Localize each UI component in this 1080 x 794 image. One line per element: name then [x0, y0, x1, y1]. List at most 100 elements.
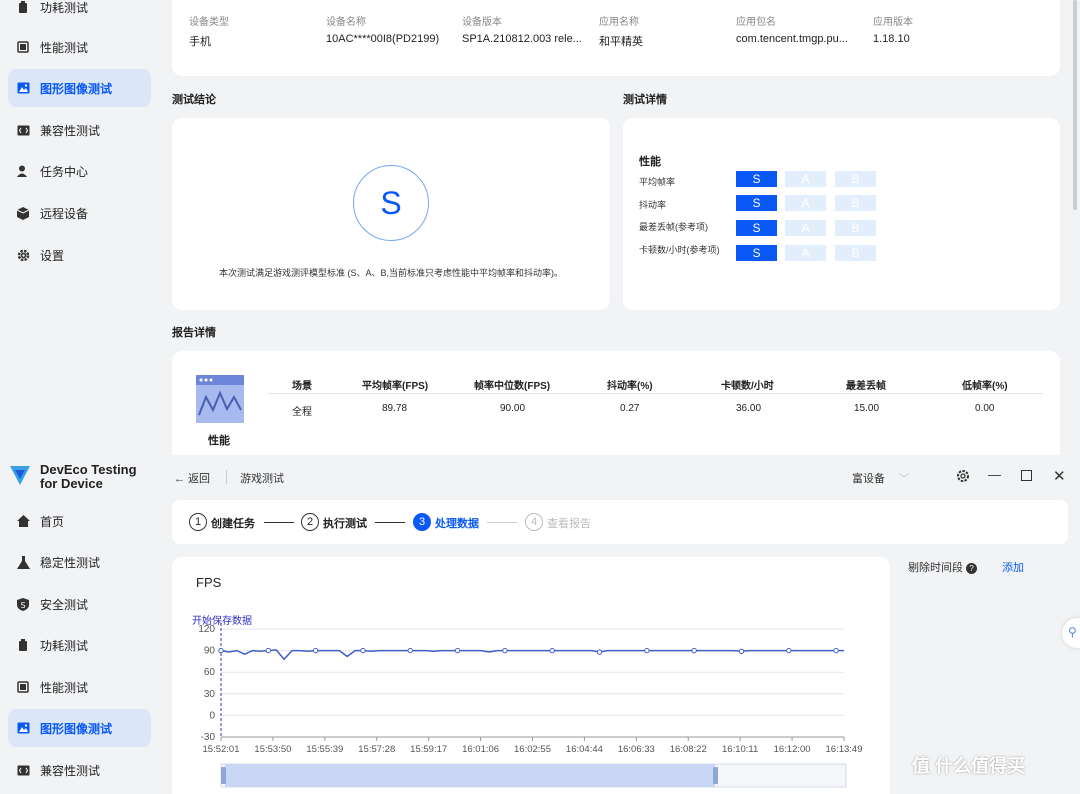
field-value: 1.18.10 [873, 33, 910, 45]
field-value: 和平精英 [599, 36, 643, 48]
y-tick-label: 60 [204, 667, 216, 678]
x-tick-label: 15:52:01 [203, 744, 240, 755]
sidebar-item-home[interactable]: 首页 [8, 502, 151, 540]
sidebar-item-label: 功耗测试 [40, 638, 89, 653]
app-brand: DevEco Testing for Device [8, 463, 137, 491]
sidebar-item-graphics[interactable]: 图形图像测试 [8, 69, 151, 107]
x-tick-label: 16:04:44 [566, 744, 603, 755]
x-tick-label: 15:53:50 [254, 744, 291, 755]
grade-b: B [835, 195, 876, 211]
table-header: 抖动率(%) [607, 381, 653, 392]
flask-icon [16, 555, 30, 569]
section-title-report: 报告详情 [172, 327, 216, 339]
step-connector [375, 522, 405, 523]
details-card: 性能 平均帧率 S A B 抖动率 S A B 最差丢帧(参考项) S A B … [623, 118, 1060, 310]
sidebar-item-tasks[interactable]: 任务中心 [8, 152, 151, 190]
fps-data-point [360, 647, 366, 654]
sidebar-item-performance[interactable]: 性能测试 [8, 28, 151, 66]
sidebar-item-security[interactable]: S 安全测试 [8, 585, 151, 623]
step-number: 2 [301, 513, 319, 531]
sidebar-item-remote[interactable]: 远程设备 [8, 194, 151, 232]
fps-data-point [738, 648, 745, 655]
exclude-period-label: 剔除时间段 ? [908, 559, 978, 575]
sidebar-item-compat[interactable]: 兼容性测试 [8, 751, 151, 789]
sidebar-item-settings[interactable]: 设置 [8, 236, 151, 274]
step-label: 查看报告 [547, 518, 591, 530]
step-number: 4 [525, 513, 543, 531]
performance-icon [16, 680, 30, 694]
zoom-slider-handle-right[interactable] [713, 767, 718, 784]
field-label: 设备名称 [326, 17, 366, 28]
section-title-conclusion: 测试结论 [172, 94, 216, 106]
arrow-left-icon: ← [174, 473, 189, 485]
sidebar-bottom: DevEco Testing for Device 首页 稳定性测试 S 安全测… [0, 455, 160, 794]
field-label: 应用包名 [736, 17, 776, 28]
conclusion-card: S 本次测试满足游戏测评模型标准 (S、A、B,当前标准只考虑性能中平均帧率和抖… [172, 118, 610, 310]
grade-s: S [736, 245, 777, 261]
field-label: 应用名称 [599, 17, 639, 28]
table-cell: 36.00 [736, 403, 762, 414]
sidebar-item-performance[interactable]: 性能测试 [8, 668, 151, 706]
gear-icon[interactable] [956, 469, 970, 488]
grade-badge: S [353, 165, 429, 241]
zoom-slider-window[interactable] [225, 764, 715, 787]
scrollbar[interactable] [1073, 0, 1077, 210]
chevron-down-icon: ﹀ [899, 474, 909, 485]
fps-data-point [312, 647, 319, 654]
stepper: 1 创建任务 2 执行测试 3 处理数据 4 查看报告 [172, 500, 1068, 544]
table-header: 帧率中位数(FPS) [474, 381, 551, 392]
fps-chart[interactable]: FPS 开始保存数据 1209060300-30 15:52:01 15:53:5… [172, 557, 890, 794]
sidebar-item-graphics[interactable]: 图形图像测试 [8, 709, 151, 747]
float-assistant-icon[interactable]: ⚲ [1062, 618, 1080, 648]
section-title-details: 测试详情 [623, 94, 667, 106]
zoom-slider-handle-left[interactable] [221, 767, 226, 784]
detail-label: 抖动率 [639, 200, 667, 210]
sidebar-item-label: 图形图像测试 [40, 721, 113, 736]
device-info-card: 设备类型 手机 设备名称 10AC****00I8(PD2199) 设备版本 S… [172, 0, 1060, 76]
code-icon [16, 763, 30, 777]
sidebar-item-power[interactable]: 功耗测试 [8, 626, 151, 664]
sidebar-item-label: 性能测试 [40, 40, 89, 55]
y-tick-label: -30 [201, 732, 216, 743]
fps-data-point [644, 647, 650, 654]
battery-icon [16, 638, 30, 652]
grade-b: B [835, 220, 876, 236]
x-tick-label: 16:12:00 [774, 744, 811, 755]
sidebar-item-label: 设置 [40, 248, 65, 263]
performance-icon [16, 40, 30, 54]
table-cell: 全程 [292, 407, 312, 418]
step-connector [264, 522, 294, 523]
sidebar-item-stability[interactable]: 稳定性测试 [8, 543, 151, 581]
detail-label: 卡顿数/小时(参考项) [639, 245, 720, 255]
x-tick-label: 16:02:55 [514, 744, 551, 755]
y-tick-label: 30 [204, 689, 216, 700]
table-cell: 15.00 [854, 403, 880, 414]
sidebar-item-power[interactable]: 功耗测试 [8, 0, 151, 26]
device-select[interactable]: 富设备 ﹀ [852, 470, 909, 486]
maximize-icon[interactable] [1021, 470, 1032, 481]
x-tick-label: 16:01:06 [462, 744, 499, 755]
brand-line1: DevEco Testing [40, 462, 137, 477]
grade-s: S [736, 220, 777, 236]
divider [226, 470, 227, 484]
grade-a: A [785, 220, 826, 236]
close-icon[interactable]: ✕ [1053, 467, 1066, 485]
field-value: SP1A.210812.003 rele... [462, 33, 582, 45]
sidebar-item-label: 图形图像测试 [40, 81, 113, 96]
code-icon [16, 123, 30, 137]
help-icon[interactable]: ? [966, 563, 978, 574]
back-button[interactable]: ← 返回 [174, 470, 210, 486]
grade-s: S [736, 171, 777, 187]
y-tick-label: 0 [209, 710, 215, 721]
fps-data-point [596, 649, 603, 655]
minimize-icon[interactable]: — [988, 467, 1001, 482]
fps-data-point [691, 647, 697, 654]
sidebar-item-label: 兼容性测试 [40, 763, 101, 778]
sidebar-item-label: 任务中心 [40, 164, 89, 179]
step-connector [487, 522, 517, 523]
monitor-icon [196, 375, 244, 428]
sidebar-item-compat[interactable]: 兼容性测试 [8, 111, 151, 149]
add-button[interactable]: 添加 [1002, 559, 1024, 575]
fps-data-point [549, 647, 555, 654]
user-icon [16, 164, 30, 178]
